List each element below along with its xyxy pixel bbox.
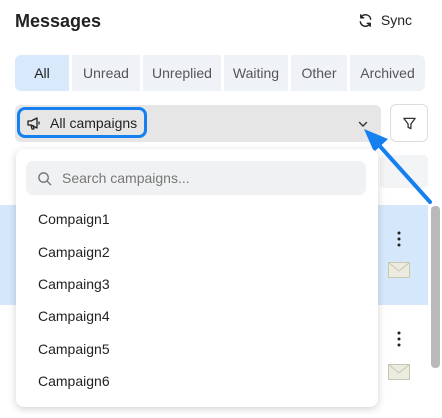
refresh-icon (359, 13, 372, 27)
campaign-select-value[interactable]: All campaigns (17, 107, 147, 138)
tab-unreplied[interactable]: Unreplied (143, 55, 221, 91)
campaign-select-label: All campaigns (50, 114, 138, 131)
campaign-select[interactable]: All campaigns (15, 105, 381, 142)
page-title: Messages (15, 11, 102, 31)
chevron-down-icon (358, 121, 368, 127)
tab-bar: All Unread Unreplied Waiting Other Archi… (15, 55, 428, 91)
filter-icon (402, 117, 416, 129)
search-icon (38, 171, 52, 185)
megaphone-icon (27, 116, 40, 130)
sync-button[interactable]: Sync (358, 12, 412, 28)
sync-label: Sync (380, 12, 412, 28)
campaign-dropdown: Compaign1 Campaign2 Campaing3 Campaign4 … (16, 149, 378, 407)
header: Messages Sync (0, 0, 442, 44)
tab-other[interactable]: Other (291, 55, 347, 91)
tab-all[interactable]: All (15, 55, 69, 91)
campaign-option[interactable]: Campaign2 (38, 244, 110, 260)
campaign-search[interactable] (26, 161, 366, 195)
tab-waiting[interactable]: Waiting (224, 55, 288, 91)
filter-button[interactable] (390, 104, 428, 142)
search-input[interactable] (60, 169, 344, 187)
more-vertical-icon[interactable] (396, 231, 402, 247)
campaign-option[interactable]: Campaing3 (38, 276, 110, 292)
scrollbar-thumb[interactable] (431, 206, 440, 368)
campaign-option[interactable]: Compaign1 (38, 211, 110, 227)
more-vertical-icon[interactable] (396, 331, 402, 347)
campaign-option[interactable]: Campaign6 (38, 373, 110, 389)
list-header-strip (380, 155, 428, 188)
envelope-icon (388, 262, 410, 278)
tab-archived[interactable]: Archived (350, 55, 425, 91)
campaign-option[interactable]: Campaign4 (38, 308, 110, 324)
campaign-option[interactable]: Campaign5 (38, 341, 110, 357)
tab-unread[interactable]: Unread (72, 55, 140, 91)
envelope-icon (388, 364, 410, 380)
